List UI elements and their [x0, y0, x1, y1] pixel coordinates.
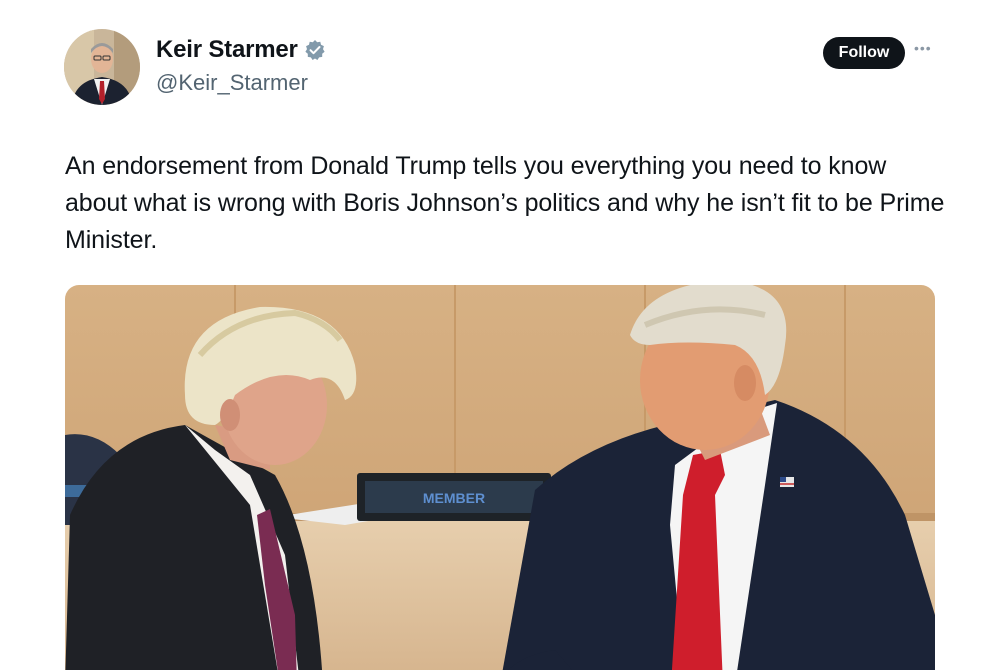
verified-badge-icon	[304, 39, 326, 61]
author-handle[interactable]: @Keir_Starmer	[156, 70, 308, 96]
follow-button[interactable]: Follow	[823, 37, 905, 69]
author-name-text: Keir Starmer	[156, 36, 298, 63]
author-name[interactable]: Keir Starmer	[156, 36, 326, 64]
tweet-text: An endorsement from Donald Trump tells y…	[65, 152, 945, 254]
author-avatar[interactable]	[64, 29, 140, 105]
nameplate-text: MEMBER	[423, 490, 485, 506]
tweet-card: Keir Starmer @Keir_Starmer Follow ••• An…	[0, 0, 1000, 670]
tweet-photo[interactable]: MEMBER	[65, 285, 935, 670]
more-options-icon[interactable]: •••	[914, 38, 934, 58]
